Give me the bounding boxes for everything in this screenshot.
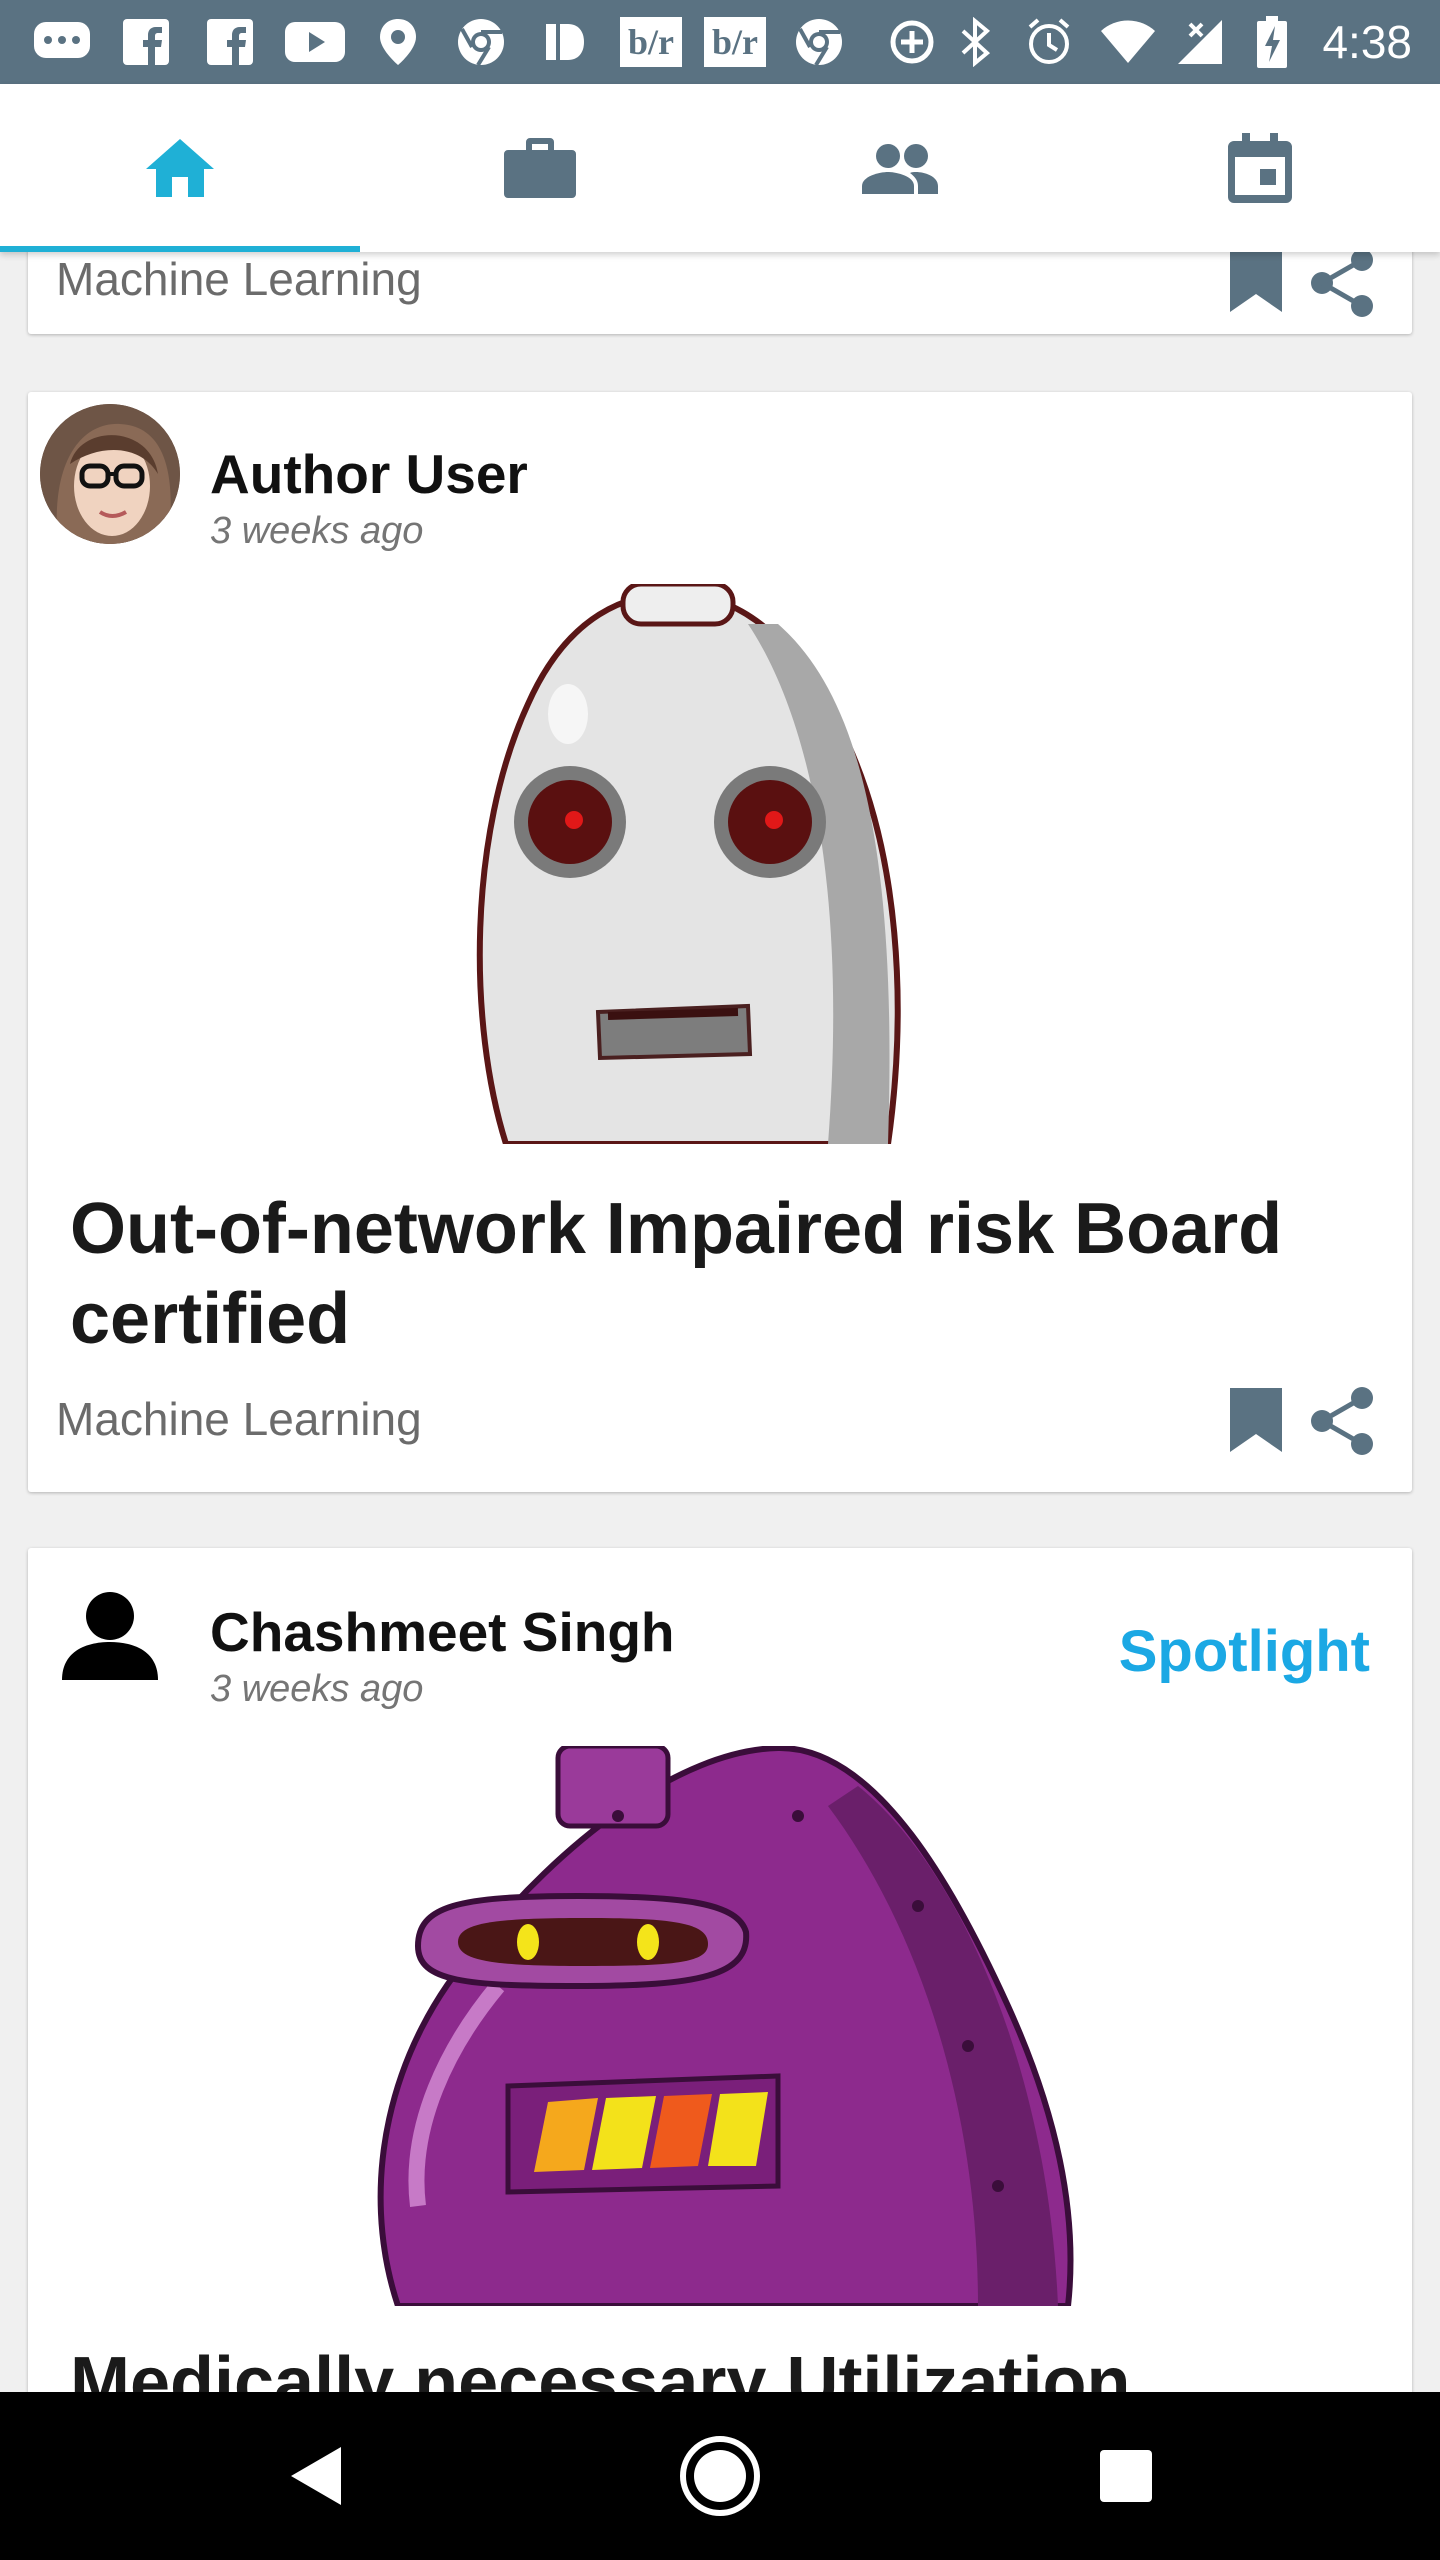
avatar[interactable] [40, 404, 180, 544]
bookmark-icon[interactable] [1230, 1388, 1282, 1452]
back-button[interactable] [216, 2392, 416, 2560]
post-card[interactable]: Machine Learning [28, 252, 1412, 334]
tab-people[interactable] [720, 84, 1080, 252]
spotlight-badge: Spotlight [1118, 1619, 1370, 1684]
bookmark-icon[interactable] [1230, 252, 1282, 312]
post-image[interactable] [358, 1746, 1078, 2306]
post-image[interactable] [448, 584, 968, 1144]
alarm-icon [1022, 18, 1076, 66]
tab-jobs[interactable] [360, 84, 720, 252]
post-time: 3 weeks ago [210, 1668, 424, 1710]
post-category: Machine Learning [56, 253, 422, 305]
post-card[interactable]: Chashmeet Singh 3 weeks ago Spotlight Me… [28, 1548, 1412, 2392]
share-icon[interactable] [1308, 252, 1376, 318]
active-tab-indicator [0, 246, 360, 252]
people-icon [862, 144, 938, 194]
feed[interactable]: Machine Learning Author User 3 weeks ago [0, 252, 1440, 2392]
bleacher-report-label: b/r [704, 17, 766, 67]
bleacher-report-label: b/r [620, 17, 682, 67]
calendar-icon [1228, 133, 1292, 203]
post-time: 3 weeks ago [210, 510, 424, 552]
location-pin-icon [374, 18, 422, 66]
home-icon [146, 139, 214, 197]
default-avatar-icon[interactable] [60, 1584, 160, 1684]
share-icon[interactable] [1308, 1386, 1376, 1456]
tab-events[interactable] [1080, 84, 1440, 252]
back-icon [291, 2447, 341, 2505]
bleacher-report-icon: b/r [702, 17, 768, 67]
status-time: 4:38 [1322, 16, 1412, 68]
post-title[interactable]: Medically necessary Utilization [70, 2338, 1370, 2392]
status-bar: b/r b/r 4:38 [0, 0, 1440, 84]
chrome-icon [792, 18, 846, 67]
chrome-icon [454, 18, 508, 67]
recents-button[interactable] [1026, 2392, 1226, 2560]
post-title[interactable]: Out-of-network Impaired risk Board certi… [70, 1184, 1370, 1364]
pandora-icon [540, 18, 588, 66]
tab-bar [0, 84, 1440, 252]
briefcase-icon [504, 138, 576, 198]
system-nav-bar [0, 2392, 1440, 2560]
bluetooth-icon [954, 17, 998, 67]
facebook-icon [204, 18, 256, 66]
facebook-icon [120, 18, 172, 66]
messages-icon [30, 18, 94, 66]
cell-signal-icon [1170, 18, 1226, 66]
youtube-icon [284, 18, 346, 66]
battery-charging-icon [1252, 16, 1292, 68]
bleacher-report-icon: b/r [618, 17, 684, 67]
home-button[interactable] [620, 2392, 820, 2560]
recents-icon [1100, 2450, 1152, 2502]
post-category[interactable]: Machine Learning [56, 1392, 422, 1446]
data-saver-icon [886, 18, 938, 66]
home-circle-icon [680, 2436, 760, 2516]
post-card[interactable]: Author User 3 weeks ago Out-of-network I… [28, 392, 1412, 1492]
wifi-icon [1098, 18, 1158, 66]
tab-home[interactable] [0, 84, 360, 252]
author-name[interactable]: Chashmeet Singh [210, 1600, 675, 1664]
author-name[interactable]: Author User [210, 442, 528, 506]
